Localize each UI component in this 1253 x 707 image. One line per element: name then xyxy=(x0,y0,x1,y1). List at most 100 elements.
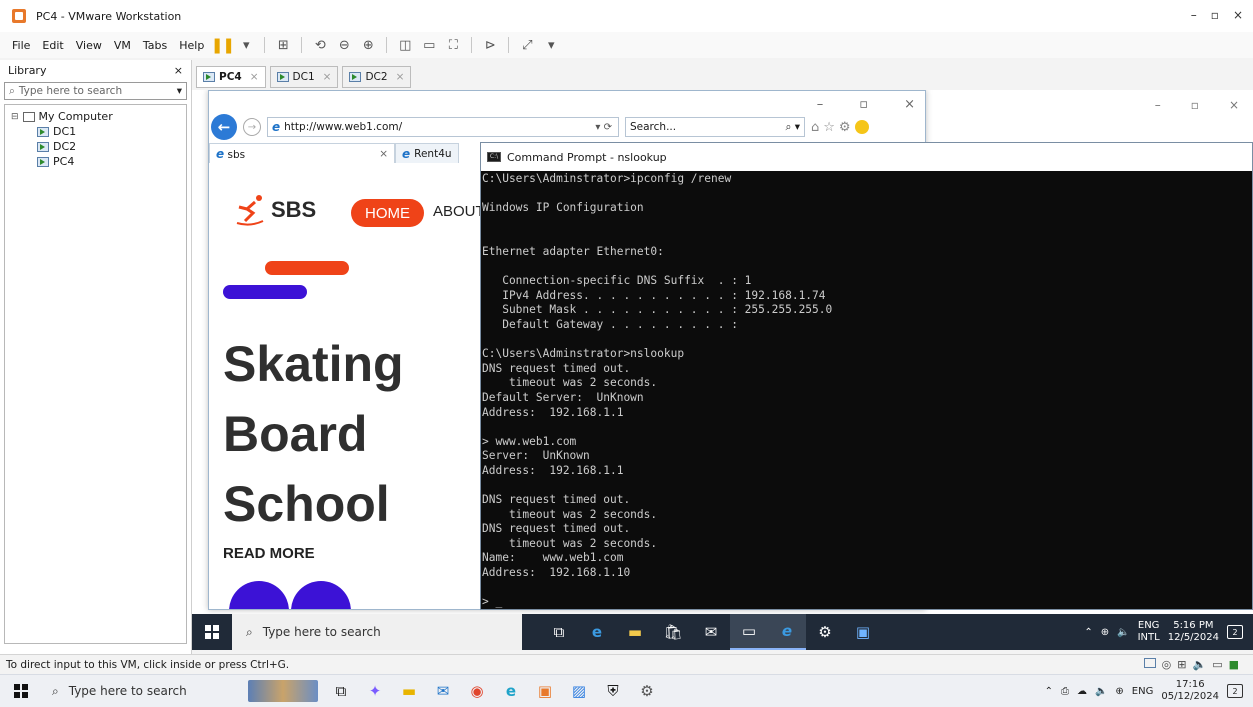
network-icon[interactable]: ⊕ xyxy=(1101,627,1109,638)
settings-icon[interactable]: ⚙ xyxy=(630,675,664,707)
forward-button[interactable]: → xyxy=(243,118,261,136)
close-icon[interactable]: × xyxy=(396,71,405,83)
tree-item-dc1[interactable]: DC1 xyxy=(11,124,180,139)
notification-icon[interactable]: 2 xyxy=(1227,625,1243,639)
lang-label[interactable]: ENG xyxy=(1132,686,1154,697)
browser-search-input[interactable]: Search... ⌕ ▾ xyxy=(625,117,805,137)
close-button[interactable]: × xyxy=(904,97,915,112)
back-button[interactable]: ← xyxy=(211,114,237,140)
chevron-down-icon[interactable]: ▾ xyxy=(177,85,182,97)
guest-screen[interactable]: – ▫ × – ▫ × ← → e http://www.web1.com/ ▾… xyxy=(192,90,1253,650)
nav-home-button[interactable]: HOME xyxy=(351,199,424,227)
host-start-button[interactable] xyxy=(0,684,42,698)
send-ctrl-alt-del-icon[interactable]: ⊞ xyxy=(275,37,291,53)
tab-dc2[interactable]: DC2 × xyxy=(342,66,412,88)
tree-item-dc2[interactable]: DC2 xyxy=(11,139,180,154)
hard-disk-icon[interactable] xyxy=(1143,658,1156,668)
minimize-button[interactable]: – xyxy=(817,97,824,112)
tree-item-my-computer[interactable]: ⊟ My Computer xyxy=(11,109,180,124)
chevron-up-icon[interactable]: ⌃ xyxy=(1045,686,1053,697)
restore-button[interactable]: ▫ xyxy=(1191,98,1199,112)
feedback-icon[interactable] xyxy=(854,119,869,134)
task-view-icon[interactable]: ⧉ xyxy=(324,675,358,707)
menu-vm[interactable]: VM xyxy=(108,39,137,52)
minimize-button[interactable]: – xyxy=(1191,8,1197,22)
chrome-icon[interactable]: ◉ xyxy=(460,675,494,707)
clock[interactable]: 5:16 PM 12/5/2024 xyxy=(1168,620,1219,644)
maximize-button[interactable]: ▫ xyxy=(859,97,868,112)
file-explorer-icon[interactable]: ▬ xyxy=(392,675,426,707)
address-bar[interactable]: e http://www.web1.com/ ▾ ⟳ xyxy=(267,117,619,137)
usb-icon[interactable]: ▭ xyxy=(1212,658,1222,671)
search-icon[interactable]: ⌕ ▾ xyxy=(786,121,801,134)
vmware-taskbar-icon[interactable]: ▣ xyxy=(528,675,562,707)
settings-icon[interactable]: ⚙ xyxy=(806,614,844,650)
console-view-icon[interactable]: ⊳ xyxy=(482,37,498,53)
settings-icon[interactable]: ⚙ xyxy=(839,120,851,135)
host-search-input[interactable]: ⌕ Type here to search xyxy=(42,684,242,699)
network-adapter-icon[interactable]: ⊞ xyxy=(1177,658,1186,671)
maximize-button[interactable]: ▫ xyxy=(1211,8,1219,22)
server-manager-icon[interactable]: ▣ xyxy=(844,614,882,650)
input-language[interactable]: ENG INTL xyxy=(1138,620,1160,644)
mail-icon[interactable]: ✉ xyxy=(692,614,730,650)
snapshot-revert-icon[interactable]: ⊖ xyxy=(336,37,352,53)
pause-icon[interactable]: ❚❚ xyxy=(211,36,235,54)
close-icon[interactable]: × xyxy=(379,148,388,160)
copilot-icon[interactable]: ✦ xyxy=(358,675,392,707)
message-icon[interactable]: ■ xyxy=(1229,658,1239,671)
menu-help[interactable]: Help xyxy=(173,39,210,52)
tab-dc1[interactable]: DC1 × xyxy=(269,66,339,88)
collapse-icon[interactable]: ⊟ xyxy=(11,112,19,122)
menu-tabs[interactable]: Tabs xyxy=(137,39,173,52)
store-icon[interactable]: 🛍 xyxy=(654,614,692,650)
browser-tab-rent4u[interactable]: e Rent4u xyxy=(395,143,459,163)
nav-about-link[interactable]: ABOUT xyxy=(433,203,485,220)
close-icon[interactable]: × xyxy=(250,71,259,83)
library-search-input[interactable]: ⌕ Type here to search ▾ xyxy=(4,82,187,100)
close-button[interactable]: × xyxy=(1233,8,1243,22)
edge-icon[interactable]: e xyxy=(494,675,528,707)
refresh-icon[interactable]: ▾ ⟳ xyxy=(595,122,618,133)
photos-icon[interactable]: ▨ xyxy=(562,675,596,707)
browser-tab-sbs[interactable]: e sbs × xyxy=(209,143,395,163)
read-more-link[interactable]: READ MORE xyxy=(223,545,315,562)
close-button[interactable]: × xyxy=(1229,98,1239,112)
notification-icon[interactable]: 2 xyxy=(1227,684,1243,698)
file-explorer-icon[interactable]: ▬ xyxy=(616,614,654,650)
favorites-icon[interactable]: ☆ xyxy=(823,120,835,135)
cd-rom-icon[interactable]: ◎ xyxy=(1162,658,1172,671)
home-icon[interactable]: ⌂ xyxy=(811,120,819,135)
dropdown-icon[interactable]: ▾ xyxy=(238,37,254,53)
tree-item-pc4[interactable]: PC4 xyxy=(11,154,180,169)
dropdown-icon[interactable]: ▾ xyxy=(543,37,559,53)
cmd-output[interactable]: C:\Users\Adminstrator>ipconfig /renew Win… xyxy=(481,172,1252,609)
close-icon[interactable]: × xyxy=(323,71,332,83)
network-icon[interactable]: ⊕ xyxy=(1115,686,1123,697)
start-button[interactable] xyxy=(192,625,232,639)
fullscreen-icon[interactable]: ⛶ xyxy=(445,37,461,53)
clock[interactable]: 17:16 05/12/2024 xyxy=(1161,679,1219,703)
ie-taskbar-icon[interactable]: e xyxy=(768,614,806,650)
site-logo[interactable]: SBS xyxy=(233,193,316,227)
snapshot-icon[interactable]: ⟲ xyxy=(312,37,328,53)
printer-icon[interactable]: ⎙ xyxy=(1061,686,1069,697)
tab-pc4[interactable]: PC4 × xyxy=(196,66,266,88)
taskbar-search-input[interactable]: ⌕ Type here to search xyxy=(232,614,522,650)
edge-icon[interactable]: e xyxy=(578,614,616,650)
library-close-icon[interactable]: × xyxy=(174,64,183,77)
command-prompt-window[interactable]: C:\ Command Prompt - nslookup C:\Users\A… xyxy=(480,142,1253,610)
mail-icon[interactable]: ✉ xyxy=(426,675,460,707)
shield-icon[interactable]: ⛨ xyxy=(596,675,630,707)
menu-view[interactable]: View xyxy=(70,39,108,52)
search-highlight-image[interactable] xyxy=(248,680,318,702)
thumbnail-bar-icon[interactable]: ▭ xyxy=(421,37,437,53)
volume-icon[interactable]: 🔈 xyxy=(1095,686,1107,697)
minimize-button[interactable]: – xyxy=(1155,98,1161,112)
onedrive-icon[interactable]: ☁ xyxy=(1077,686,1087,697)
show-library-icon[interactable]: ◫ xyxy=(397,37,413,53)
stretch-icon[interactable]: ⤢ xyxy=(519,37,535,53)
snapshot-manager-icon[interactable]: ⊕ xyxy=(360,37,376,53)
menu-edit[interactable]: Edit xyxy=(36,39,69,52)
cmd-taskbar-icon[interactable]: ▭ xyxy=(730,614,768,650)
